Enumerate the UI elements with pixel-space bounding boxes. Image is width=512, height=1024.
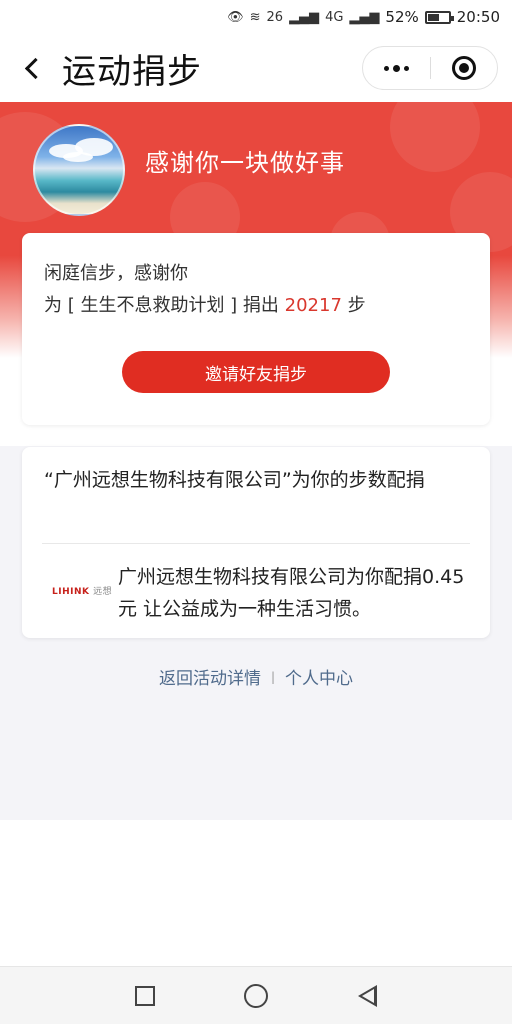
donation-card: 闲庭信步，感谢你 为 [ 生生不息救助计划 ] 捐出 20217 步 邀请好友捐…: [22, 233, 490, 425]
signal-icon: ▂▄▆: [289, 9, 320, 25]
personal-center-link[interactable]: 个人中心: [285, 664, 353, 689]
donor-thanks: 闲庭信步，感谢你: [44, 263, 188, 284]
step-unit: 步: [341, 295, 366, 316]
invite-friends-button[interactable]: 邀请好友捐步: [122, 351, 390, 393]
battery-icon: [424, 10, 454, 24]
dot-icon: [384, 65, 389, 71]
status-bar: 👁 ≋ 26 ▂▄▆ 4G ▂▄▆ 52% 20:50: [0, 0, 512, 34]
donation-summary: 为 [ 生生不息救助计划 ] 捐出 20217 步: [44, 291, 366, 317]
more-button[interactable]: [363, 46, 430, 90]
clock: 20:50: [456, 8, 500, 26]
sponsor-logo: LIHINK 远想: [52, 584, 112, 597]
sponsor-description: 广州远想生物科技有限公司为你配捐0.45 元 让公益成为一种生活习惯。: [118, 566, 465, 620]
mini-program-capsule: [362, 46, 498, 90]
step-count: 20217: [284, 295, 342, 316]
nav-bar: 运动捐步: [0, 34, 512, 102]
sponsor-heading: “广州远想生物科技有限公司”为你的步数配捐: [44, 469, 425, 491]
decor-shape: [390, 102, 480, 172]
network-label-1: 26: [266, 9, 284, 25]
signal-icon: ▂▄▆: [349, 9, 380, 25]
chevron-left-icon: [24, 57, 46, 79]
avatar: [33, 124, 125, 216]
divider: [42, 543, 470, 544]
recent-apps-icon[interactable]: [134, 985, 155, 1006]
back-button[interactable]: [16, 50, 48, 86]
cloud-shape: [63, 152, 93, 162]
page-title: 运动捐步: [62, 52, 202, 92]
back-to-activity-link[interactable]: 返回活动详情: [159, 664, 261, 689]
home-icon[interactable]: [244, 983, 269, 1008]
project-prefix: 为 [ 生生不息救助计划 ] 捐出: [44, 295, 285, 316]
battery-percent: 52%: [385, 8, 419, 26]
wifi-icon: ≋: [249, 9, 261, 25]
eye-icon: 👁: [227, 9, 244, 25]
back-triangle-icon[interactable]: [358, 984, 378, 1007]
close-miniprogram-button[interactable]: [431, 46, 497, 90]
sponsor-card: “广州远想生物科技有限公司”为你的步数配捐 LIHINK 远想 广州远想生物科技…: [22, 447, 490, 638]
link-separator: |: [270, 669, 276, 684]
dot-icon: [404, 65, 409, 71]
logo-subtext: 远想: [93, 587, 113, 597]
dot-icon: [393, 64, 400, 72]
footer-links: 返回活动详情 | 个人中心: [0, 664, 512, 689]
network-label-2: 4G: [325, 9, 344, 25]
logo-text: LIHINK: [52, 587, 90, 597]
system-nav-bar: [0, 966, 512, 1024]
thanks-message: 感谢你一块做好事: [145, 149, 345, 177]
target-circle-icon: [451, 56, 476, 80]
